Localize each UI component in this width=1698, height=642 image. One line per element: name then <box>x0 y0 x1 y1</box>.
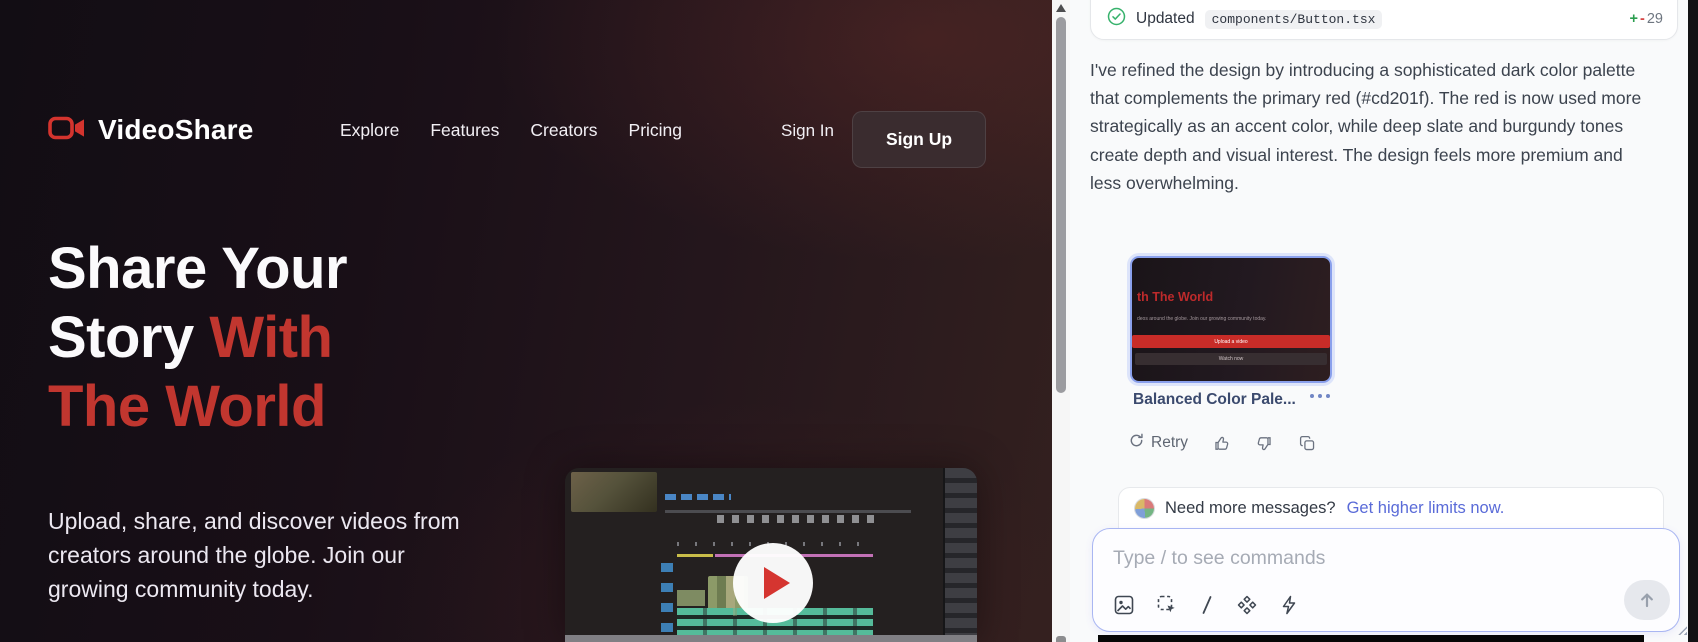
diff-count: 29 <box>1647 11 1663 27</box>
attach-image-icon[interactable] <box>1113 594 1135 616</box>
nav-item-features[interactable]: Features <box>430 120 499 141</box>
hero-line-2-white: Story <box>48 305 209 370</box>
hero-line-1: Share Your <box>48 236 347 301</box>
editor-tool-palette <box>661 563 673 633</box>
more-options-icon[interactable] <box>1306 390 1334 402</box>
success-check-icon <box>1107 7 1126 31</box>
scroll-up-arrow[interactable] <box>1056 4 1066 12</box>
editor-ruler <box>665 510 911 513</box>
scrollbar-thumb[interactable] <box>1056 17 1066 393</box>
select-element-icon[interactable] <box>1156 594 1178 616</box>
editor-clip-block <box>677 590 705 606</box>
brand-logo[interactable]: VideoShare <box>48 114 254 146</box>
message-actions: Retry <box>1128 432 1317 454</box>
quick-actions-bolt-icon[interactable] <box>1279 594 1299 616</box>
updated-file-chip[interactable]: components/Button.tsx <box>1205 10 1383 29</box>
thumbnail-primary-button: Upload a video <box>1132 335 1330 348</box>
copy-icon[interactable] <box>1298 434 1317 453</box>
hero-video-card <box>565 468 977 642</box>
window-right-edge <box>1688 0 1698 642</box>
hero-subtitle: Upload, share, and discover videos from … <box>48 504 478 606</box>
diff-removed: - <box>1640 11 1645 27</box>
chat-input[interactable] <box>1113 541 1633 575</box>
app-window: VideoShare Explore Features Creators Pri… <box>0 0 1698 642</box>
design-preview-thumbnail[interactable]: th The World deos around the globe. Join… <box>1130 256 1332 383</box>
brand-name: VideoShare <box>98 114 254 146</box>
editor-marker-yellow <box>677 554 713 557</box>
artifact-title[interactable]: Balanced Color Pale... <box>1133 391 1296 409</box>
hero-line-3: The World <box>48 374 326 439</box>
diff-stats: + - 29 <box>1630 11 1663 27</box>
editor-media-bin <box>943 468 977 642</box>
chat-composer <box>1092 528 1680 632</box>
thumbnail-secondary-button: Watch now <box>1135 353 1327 365</box>
play-button[interactable] <box>733 543 813 623</box>
monitor-bezel <box>565 635 977 642</box>
hero-heading: Share Your Story With The World <box>48 234 347 441</box>
higher-limits-link[interactable]: Get higher limits now. <box>1347 499 1505 518</box>
editor-toolbar-buttons <box>665 494 731 500</box>
diff-added: + <box>1630 11 1638 27</box>
main-nav: Explore Features Creators Pricing <box>340 120 682 141</box>
preview-scrollbar[interactable] <box>1052 0 1070 642</box>
arrow-up-icon <box>1637 590 1657 610</box>
nav-item-pricing[interactable]: Pricing <box>629 120 683 141</box>
usage-pie-icon <box>1135 499 1154 518</box>
nav-item-creators[interactable]: Creators <box>530 120 597 141</box>
slash-command-icon[interactable] <box>1199 594 1215 616</box>
thumbs-up-icon[interactable] <box>1212 434 1231 453</box>
sign-in-link[interactable]: Sign In <box>781 121 834 141</box>
thumbnail-heading: th The World <box>1137 290 1213 304</box>
editor-transport-controls <box>717 515 877 523</box>
retry-button[interactable]: Retry <box>1128 432 1188 454</box>
thumbnail-subtext: deos around the globe. Join our growing … <box>1137 316 1266 322</box>
hero-line-2-red: With <box>209 305 332 370</box>
assistant-chat-panel: Updated components/Button.tsx + - 29 I'v… <box>1070 0 1688 642</box>
scroll-down-arrow[interactable] <box>1056 636 1066 642</box>
file-update-card: Updated components/Button.tsx + - 29 <box>1090 0 1678 40</box>
retry-label: Retry <box>1151 434 1188 452</box>
thumbs-down-icon[interactable] <box>1255 434 1274 453</box>
window-bottom-edge <box>1098 635 1644 642</box>
components-icon[interactable] <box>1236 594 1258 616</box>
limits-text: Need more messages? <box>1165 499 1336 518</box>
editor-preview-thumbnail <box>571 472 657 512</box>
nav-item-explore[interactable]: Explore <box>340 120 399 141</box>
play-icon <box>764 567 790 599</box>
resize-grip[interactable] <box>1676 624 1687 635</box>
composer-toolbar <box>1113 594 1299 616</box>
send-button[interactable] <box>1624 580 1670 620</box>
sign-up-button[interactable]: Sign Up <box>852 111 986 168</box>
video-camera-icon <box>48 115 86 146</box>
update-label: Updated <box>1136 10 1195 28</box>
site-preview: VideoShare Explore Features Creators Pri… <box>0 0 1052 642</box>
retry-icon <box>1128 432 1145 454</box>
assistant-message: I've refined the design by introducing a… <box>1090 56 1642 197</box>
